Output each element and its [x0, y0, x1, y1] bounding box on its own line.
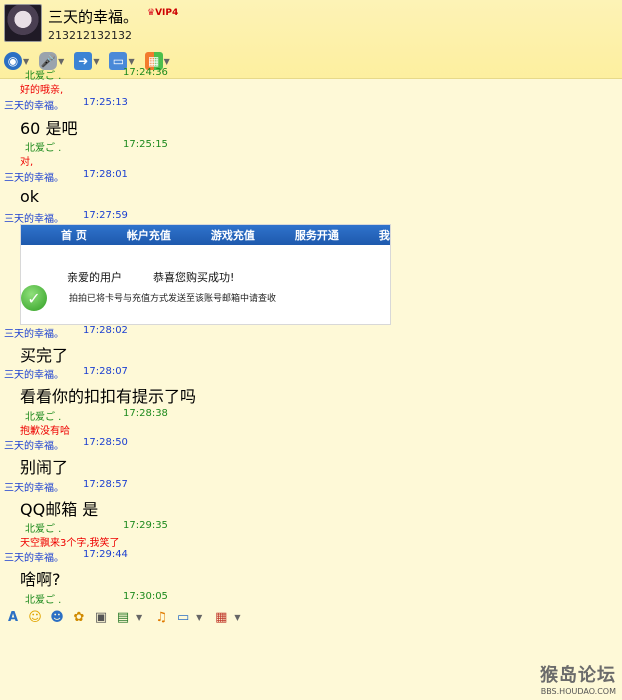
screenshot-title: 亲爱的用户 [67, 271, 122, 284]
chevron-down-icon[interactable]: ▼ [136, 613, 142, 622]
message-text: 抱歉没有哈 [20, 426, 70, 437]
message-text: 天空飘来3个字,我笑了 [20, 538, 120, 549]
music-icon[interactable]: ♫ [152, 608, 170, 626]
chevron-down-icon[interactable]: ▼ [58, 57, 64, 66]
message-header: 三天的幸福。 17:25:13 [4, 97, 128, 112]
screenshot-icon[interactable]: ▤ [114, 608, 132, 626]
message-header: 三天的幸福。 17:28:50 [4, 437, 128, 452]
chat-history[interactable]: 北爱ご . 17:24:36 好的哦亲, 三天的幸福。 17:25:13 60 是吧… [0, 67, 622, 604]
gift-icon[interactable]: ✿ [70, 608, 88, 626]
message-text: 对, [20, 157, 34, 168]
message-header: 三天的幸福。 17:27:59 [4, 210, 128, 225]
screenshot-body: 拍拍已将卡号与充值方式发送至该账号邮箱中请查收 [69, 294, 277, 304]
message-text: ok [20, 187, 40, 206]
message-text: 别闹了 [20, 458, 69, 477]
qq-number: 213212132132 [48, 29, 132, 42]
font-icon[interactable]: A [4, 608, 22, 626]
screenshot-congrats: 恭喜您购买成功! [153, 271, 235, 284]
face-icon[interactable]: ☻ [48, 608, 66, 626]
smiley-icon[interactable]: ☺ [26, 608, 44, 626]
message-text: 看看你的扣扣有提示了吗 [20, 387, 197, 406]
message-header: 三天的幸福。 17:28:01 [4, 169, 128, 184]
input-toolbar: A ☺ ☻ ✿ ▣ ▤ ▼ ♫ ▭ ▼ ▦ ▼ [0, 604, 622, 630]
message-header: 三天的幸福。 17:28:07 [4, 366, 128, 381]
message-text: 买完了 [20, 346, 69, 365]
message-header: 北爱ご . 17:30:05 [25, 591, 168, 604]
watermark: 猴岛论坛 BBS.HOUDAO.COM [540, 665, 616, 696]
chevron-down-icon[interactable]: ▼ [234, 613, 240, 622]
check-icon: ✓ [21, 285, 47, 311]
message-header: 北爱ご . 17:28:38 [25, 408, 168, 423]
message-text: QQ邮箱 是 [20, 500, 99, 519]
screenshot-nav: 首 页 帐户充值 游戏充值 服务开通 我 [21, 225, 390, 245]
chevron-down-icon[interactable]: ▼ [196, 613, 202, 622]
message-header: 北爱ご . 17:29:35 [25, 520, 168, 535]
chevron-down-icon[interactable]: ▼ [128, 57, 134, 66]
crown-icon: ♛ [147, 8, 156, 18]
chevron-down-icon[interactable]: ▼ [23, 57, 29, 66]
record-icon[interactable]: ▦ [212, 608, 230, 626]
chevron-down-icon[interactable]: ▼ [93, 57, 99, 66]
message-header: 三天的幸福。 17:28:57 [4, 479, 128, 494]
contact-name: 三天的幸福。 [48, 8, 139, 26]
message-header: 三天的幸福。 17:28:02 [4, 325, 128, 340]
chevron-down-icon[interactable]: ▼ [164, 57, 170, 66]
message-header: 北爱ご . 17:24:36 [25, 67, 168, 82]
screenshot-image[interactable]: 首 页 帐户充值 游戏充值 服务开通 我 亲爱的用户 恭喜您购买成功! 拍拍已将… [20, 224, 391, 325]
message-header: 三天的幸福。 17:29:44 [4, 549, 128, 564]
vip-badge[interactable]: ♛VIP4 [147, 8, 178, 18]
avatar[interactable] [4, 4, 42, 42]
screen-share-icon[interactable]: ▭ [174, 608, 192, 626]
message-text: 啥啊? [20, 570, 61, 589]
message-text: 好的哦亲, [20, 85, 64, 96]
message-text: 60 是吧 [20, 119, 78, 138]
image-icon[interactable]: ▣ [92, 608, 110, 626]
message-header: 北爱ご . 17:25:15 [25, 139, 168, 154]
